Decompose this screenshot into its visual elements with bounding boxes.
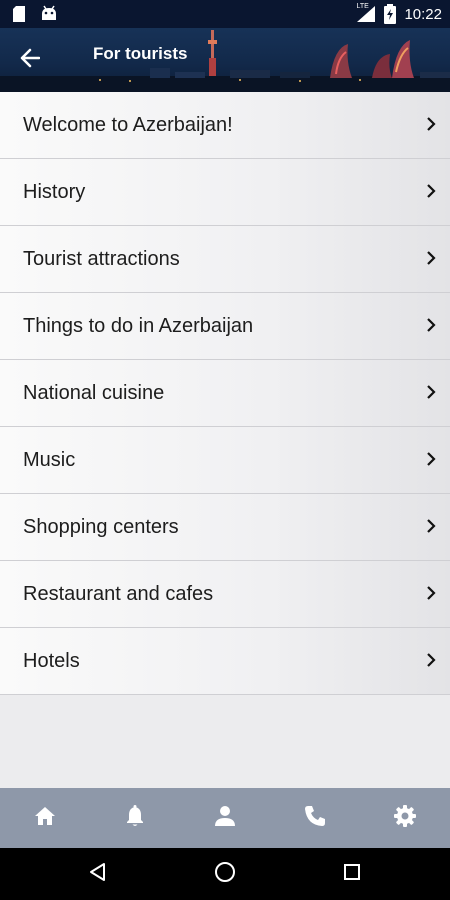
battery-icon [384,4,397,24]
tab-notifications[interactable] [90,788,180,848]
nav-back-button[interactable] [68,848,128,900]
sd-card-icon [12,5,26,23]
nav-recents-button[interactable] [322,848,382,900]
menu-item-welcome[interactable]: Welcome to Azerbaijan! [0,92,450,159]
menu-item-label: Restaurant and cafes [23,583,214,605]
menu-item-hotels[interactable]: Hotels [0,628,450,695]
gear-icon [394,804,416,832]
menu-item-label: History [23,181,86,203]
home-circle-icon [214,861,236,888]
tab-contacts[interactable] [270,788,360,848]
menu-item-label: Music [23,449,76,471]
city-skyline-image [0,30,450,92]
chevron-right-icon [426,183,436,204]
page-title: For tourists [93,44,188,63]
android-icon [40,5,58,23]
chevron-right-icon [426,518,436,539]
chevron-right-icon [426,250,436,271]
menu-item-shopping-centers[interactable]: Shopping centers [0,494,450,561]
menu-item-label: Tourist attractions [23,248,180,270]
chevron-right-icon [426,317,436,338]
menu-item-history[interactable]: History [0,159,450,226]
menu-item-label: Things to do in Azerbaijan [23,315,254,337]
chevron-right-icon [426,451,436,472]
back-button[interactable] [10,40,50,80]
menu-item-national-cuisine[interactable]: National cuisine [0,360,450,427]
bottom-tab-bar [0,788,450,848]
clock: 10:22 [404,5,442,23]
chevron-right-icon [426,116,436,137]
menu-item-label: Hotels [23,650,80,672]
tab-home[interactable] [0,788,90,848]
back-triangle-icon [88,862,108,887]
menu-item-label: Welcome to Azerbaijan! [23,114,233,136]
menu-item-tourist-attractions[interactable]: Tourist attractions [0,226,450,293]
nav-home-button[interactable] [195,848,255,900]
signal-icon: LTE [356,3,376,23]
status-bar: LTE 10:22 [0,0,450,28]
network-label: LTE [356,3,369,10]
arrow-left-icon [20,48,41,73]
menu-item-label: National cuisine [23,382,165,404]
home-icon [34,806,56,831]
chevron-right-icon [426,652,436,673]
menu-item-label: Shopping centers [23,516,179,538]
menu-item-things-to-do[interactable]: Things to do in Azerbaijan [0,293,450,360]
app-header: For tourists [0,28,450,92]
person-icon [214,805,236,831]
chevron-right-icon [426,384,436,405]
tab-settings[interactable] [360,788,450,848]
system-navigation-bar [0,848,450,900]
menu-item-restaurant-and-cafes[interactable]: Restaurant and cafes [0,561,450,628]
menu-item-music[interactable]: Music [0,427,450,494]
chevron-right-icon [426,585,436,606]
phone-icon [304,805,326,832]
tourist-menu-list: Welcome to Azerbaijan! History Tourist a… [0,92,450,695]
recents-square-icon [343,863,361,886]
tab-profile[interactable] [180,788,270,848]
bell-icon [125,804,145,832]
